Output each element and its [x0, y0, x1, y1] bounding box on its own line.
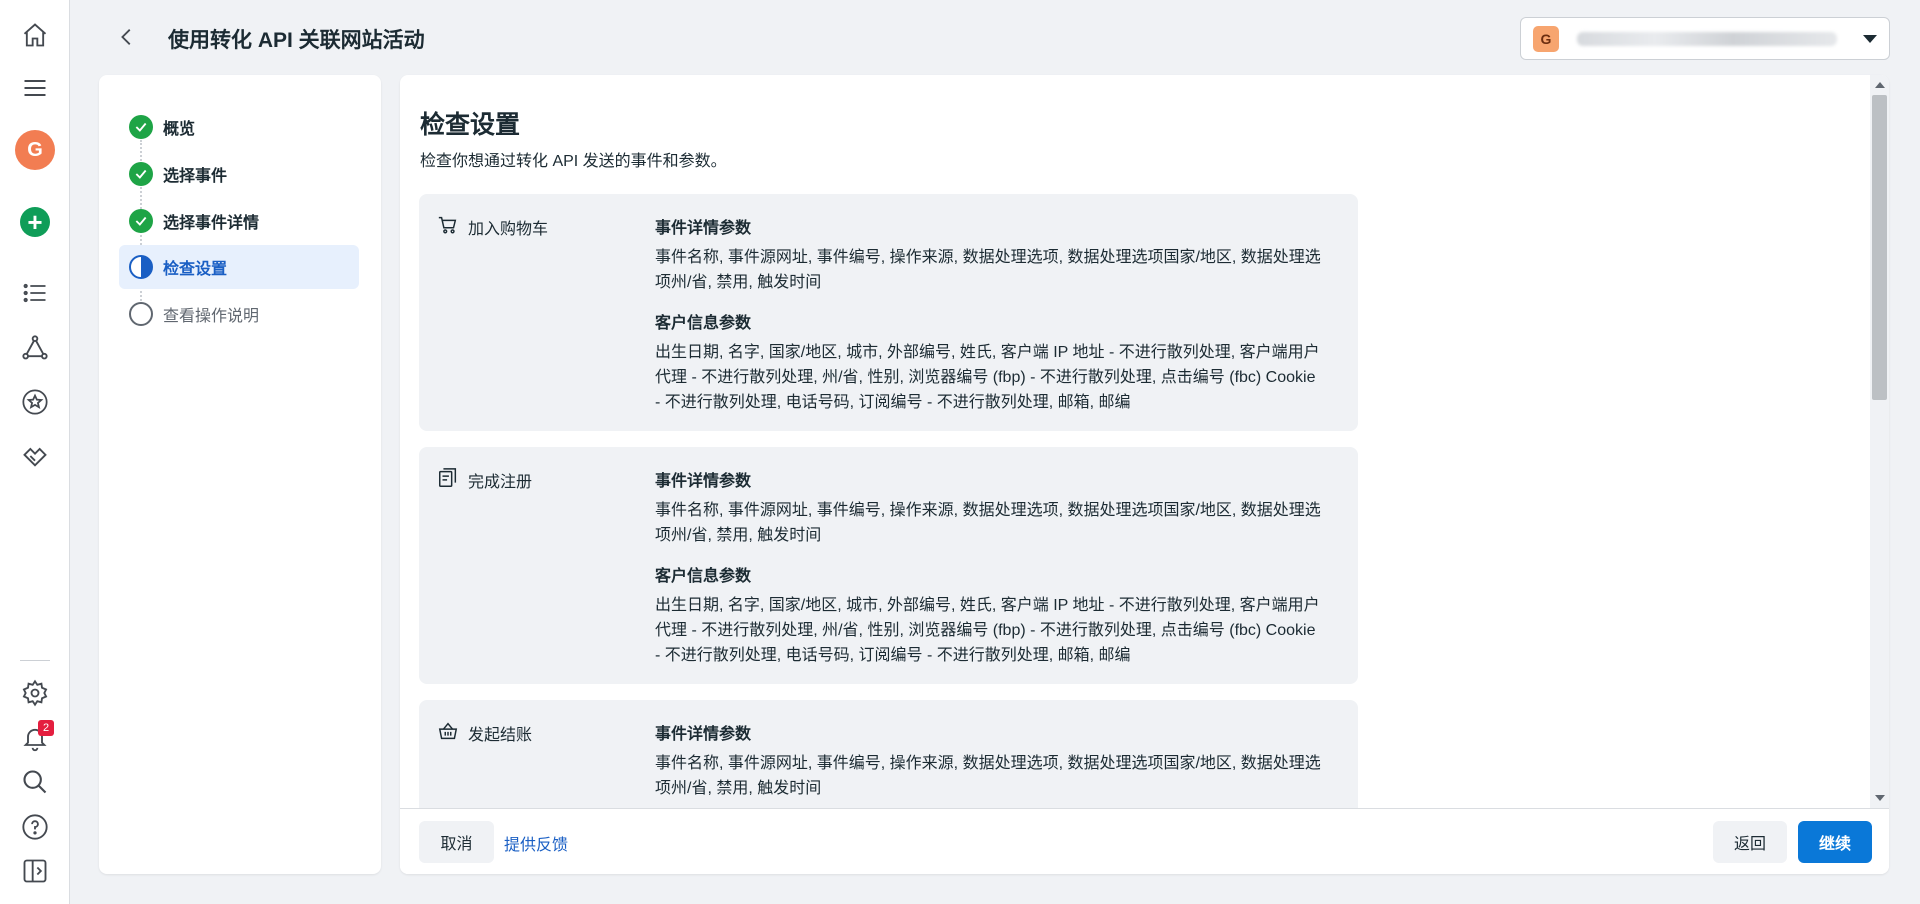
step-view-instructions[interactable]: 查看操作说明 — [119, 292, 359, 336]
event-card-initiate-checkout: 发起结账 事件详情参数 事件名称, 事件源网址, 事件编号, 操作来源, 数据处… — [419, 700, 1358, 808]
list-icon[interactable] — [17, 275, 53, 311]
event-name: 加入购物车 — [468, 221, 549, 238]
customer-params-title: 客户信息参数 — [655, 568, 752, 585]
notification-badge: 2 — [38, 720, 54, 736]
step-select-events[interactable]: 选择事件 — [119, 152, 359, 196]
event-name: 发起结账 — [468, 727, 533, 744]
footer-bar: 取消 提供反馈 返回 继续 — [400, 808, 1889, 874]
half-circle-progress-icon — [129, 255, 153, 279]
step-label: 概览 — [163, 121, 196, 138]
event-params-list: 事件名称, 事件源网址, 事件编号, 操作来源, 数据处理选项, 数据处理选项国… — [655, 249, 1321, 291]
create-plus-button[interactable]: + — [20, 207, 50, 237]
event-params: 事件详情参数 事件名称, 事件源网址, 事件编号, 操作来源, 数据处理选项, … — [655, 467, 1325, 682]
account-badge: G — [1533, 25, 1559, 52]
scrollbar-thumb[interactable] — [1872, 95, 1887, 400]
event-name: 完成注册 — [468, 474, 533, 491]
caret-down-icon — [1863, 34, 1877, 43]
checkmark-icon — [129, 209, 153, 233]
event-params-title: 事件详情参数 — [655, 220, 752, 237]
page-title: 使用转化 API 关联网站活动 — [168, 29, 425, 52]
event-params-title: 事件详情参数 — [655, 726, 752, 743]
review-settings-panel: 检查设置 检查你想通过转化 API 发送的事件和参数。 加入购物车 事件详情参数… — [400, 75, 1889, 874]
back-arrow-button[interactable] — [112, 22, 142, 52]
account-name-redacted — [1577, 31, 1837, 46]
section-description: 检查你想通过转化 API 发送的事件和参数。 — [420, 153, 727, 170]
basket-icon — [438, 722, 458, 740]
step-review-settings[interactable]: 检查设置 — [119, 245, 359, 289]
section-title: 检查设置 — [420, 111, 521, 139]
setup-steps-panel: 概览 选择事件 选择事件详情 检查设置 查看操作说明 — [99, 75, 381, 874]
continue-button[interactable]: 继续 — [1798, 821, 1872, 863]
help-icon[interactable] — [17, 809, 53, 845]
checkmark-icon — [129, 162, 153, 186]
menu-icon[interactable] — [17, 70, 53, 106]
step-label: 查看操作说明 — [163, 308, 260, 325]
step-label: 选择事件 — [163, 168, 228, 185]
scroll-up-arrow-icon[interactable] — [1875, 82, 1885, 88]
step-label: 检查设置 — [163, 261, 228, 278]
graph-nodes-icon[interactable] — [17, 330, 53, 366]
step-label: 选择事件详情 — [163, 215, 260, 232]
step-overview[interactable]: 概览 — [119, 105, 359, 149]
registration-icon — [439, 468, 457, 487]
search-icon[interactable] — [17, 764, 53, 800]
cancel-button[interactable]: 取消 — [419, 821, 494, 863]
event-params-list: 事件名称, 事件源网址, 事件编号, 操作来源, 数据处理选项, 数据处理选项国… — [655, 755, 1321, 797]
rail-divider — [20, 660, 50, 661]
event-card-add-to-cart: 加入购物车 事件详情参数 事件名称, 事件源网址, 事件编号, 操作来源, 数据… — [419, 194, 1358, 431]
customer-params-list: 出生日期, 名字, 国家/地区, 城市, 外部编号, 姓氏, 客户端 IP 地址… — [655, 597, 1320, 664]
handshake-icon[interactable] — [17, 438, 53, 474]
cart-icon — [438, 216, 457, 234]
empty-circle-icon — [129, 302, 153, 326]
account-selector[interactable]: G — [1520, 17, 1890, 60]
step-select-event-details[interactable]: 选择事件详情 — [119, 199, 359, 243]
star-icon[interactable] — [17, 384, 53, 420]
event-card-complete-registration: 完成注册 事件详情参数 事件名称, 事件源网址, 事件编号, 操作来源, 数据处… — [419, 447, 1358, 684]
scroll-area[interactable]: 检查设置 检查你想通过转化 API 发送的事件和参数。 加入购物车 事件详情参数… — [400, 75, 1870, 808]
event-params-list: 事件名称, 事件源网址, 事件编号, 操作来源, 数据处理选项, 数据处理选项国… — [655, 502, 1321, 544]
back-button[interactable]: 返回 — [1713, 821, 1787, 863]
chevron-left-icon — [121, 29, 131, 45]
customer-params-list: 出生日期, 名字, 国家/地区, 城市, 外部编号, 姓氏, 客户端 IP 地址… — [655, 344, 1320, 411]
event-params-title: 事件详情参数 — [655, 473, 752, 490]
event-params: 事件详情参数 事件名称, 事件源网址, 事件编号, 操作来源, 数据处理选项, … — [655, 214, 1325, 429]
vertical-scrollbar[interactable] — [1870, 75, 1889, 808]
sidebar-toggle-icon[interactable] — [17, 853, 53, 889]
gear-icon[interactable] — [17, 675, 53, 711]
customer-params-title: 客户信息参数 — [655, 315, 752, 332]
event-params: 事件详情参数 事件名称, 事件源网址, 事件编号, 操作来源, 数据处理选项, … — [655, 720, 1325, 808]
scroll-down-arrow-icon[interactable] — [1875, 795, 1885, 801]
left-nav-rail: G + 2 — [0, 0, 70, 904]
checkmark-icon — [129, 115, 153, 139]
home-icon[interactable] — [17, 17, 53, 53]
avatar[interactable]: G — [15, 130, 55, 170]
feedback-link[interactable]: 提供反馈 — [504, 831, 568, 855]
